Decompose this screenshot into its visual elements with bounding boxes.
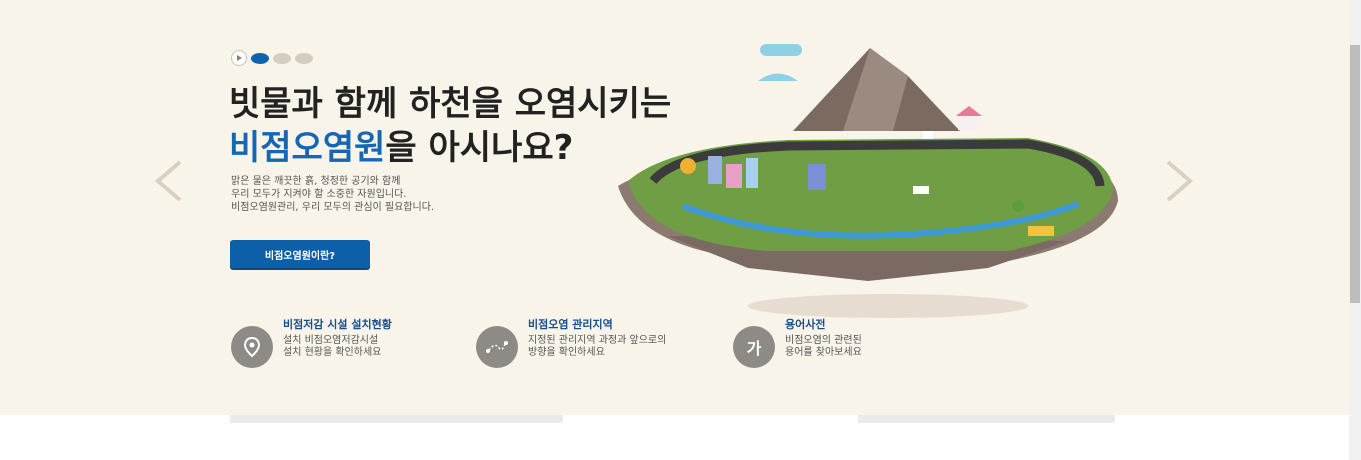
next-slide-arrow-icon[interactable] [1158,158,1198,204]
hero-banner: 빗물과 함께 하천을 오염시키는 비점오염원을 아시나요? 맑은 물은 깨끗한 … [0,0,1349,415]
map-pin-icon [231,326,273,368]
quick-link-management-area[interactable]: 비점오염 관리지역 지정된 관리지역 과정과 앞으로의 방향을 확인하세요 [476,318,666,368]
quick-link-desc: 비점오염의 관련된 용어를 찾아보세요 [785,335,862,358]
content-area [0,415,1349,460]
description-line: 우리 모두가 지켜야 할 소중한 자원입니다. [231,189,407,200]
prev-slide-arrow-icon[interactable] [150,158,190,204]
slider-indicator [231,50,313,66]
quick-link-title: 비점오염 관리지역 [528,318,613,331]
description-line: 맑은 물은 깨끗한 흙, 청정한 공기와 함께 [231,176,401,187]
play-icon[interactable] [231,50,247,66]
quick-link-glossary[interactable]: 가 용어사전 비점오염의 관련된 용어를 찾아보세요 [733,318,862,368]
description-line: 비점오염원관리, 우리 모두의 관심이 필요합니다. [231,202,435,213]
slider-dot-1[interactable] [251,52,269,64]
content-tab-edge [858,415,1115,423]
dictionary-icon-glyph: 가 [746,339,762,358]
scrollbar-thumb[interactable] [1350,45,1360,303]
dictionary-icon: 가 [733,326,775,368]
hero-description: 맑은 물은 깨끗한 흙, 청정한 공기와 함께 우리 모두가 지켜야 할 소중한… [231,175,531,214]
quick-link-desc: 지정된 관리지역 과정과 앞으로의 방향을 확인하세요 [528,335,667,358]
quick-link-facility-status[interactable]: 비점저감 시설 설치현황 설치 비점오염저감시설 설치 현황을 확인하세요 [231,318,392,368]
quick-link-title: 비점저감 시설 설치현황 [283,318,392,331]
content-tab-edge [230,415,563,423]
what-is-nonpoint-button[interactable]: 비점오염원이란? [230,240,370,268]
slider-dot-3[interactable] [295,52,313,64]
floating-island-illustration [618,44,1118,318]
slider-dot-2[interactable] [273,52,291,64]
headline-line2: 을 아시나요? [385,128,574,168]
vertical-scrollbar[interactable] [1349,0,1361,460]
route-icon [476,326,518,368]
hero-headline: 빗물과 함께 하천을 오염시키는 비점오염원을 아시나요? [229,82,671,170]
headline-highlight: 비점오염원 [229,128,386,168]
quick-link-desc: 설치 비점오염저감시설 설치 현황을 확인하세요 [283,335,382,358]
quick-link-title: 용어사전 [785,318,826,331]
headline-line1: 빗물과 함께 하천을 오염시키는 [229,84,672,124]
